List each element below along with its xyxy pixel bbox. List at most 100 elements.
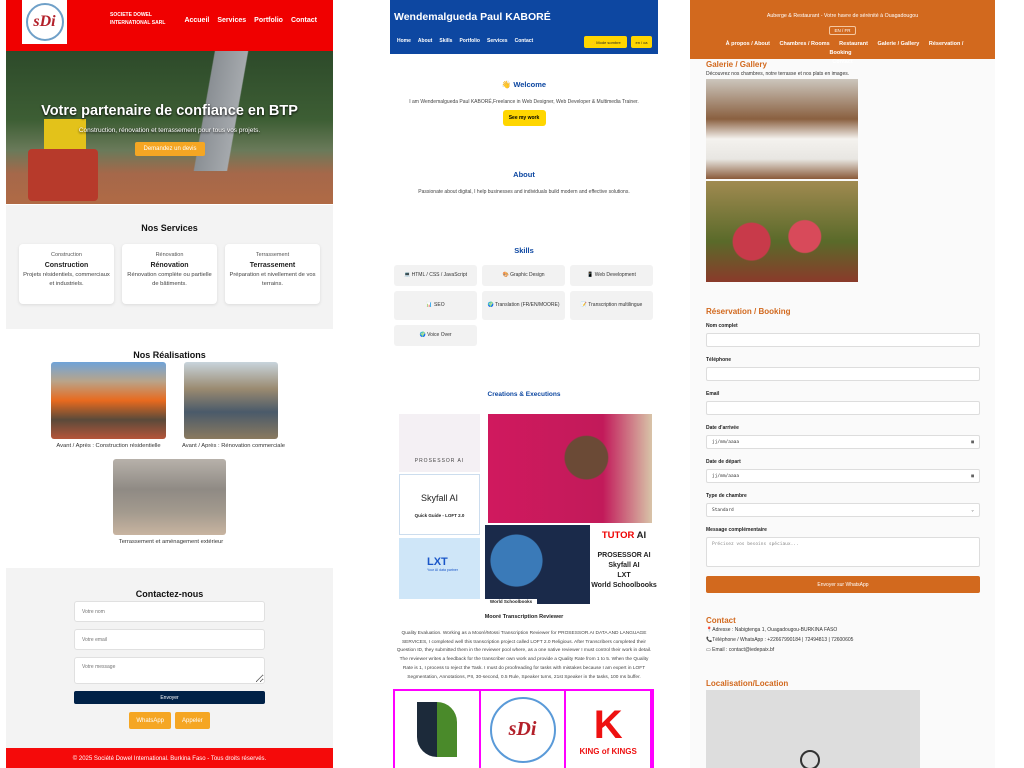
email-label: Email [706,391,720,397]
name-label: Nom complet [706,323,738,329]
project-caption: Terrassement et aménagement extérieur [118,539,224,545]
skill-card: 🌍 Translation (FR/EN/MOORE) [482,291,565,320]
services-title: Nos Services [141,223,198,233]
call-button[interactable]: Appeler [175,712,210,729]
nav-about[interactable]: À propos / About [726,41,770,47]
client-name: PROSESSOR AI [597,552,651,559]
message-textarea[interactable]: Précisez vos besoins spéciaux... [706,537,980,567]
tutor-ai-label: AI [634,530,647,541]
email-input[interactable] [706,401,980,415]
brand-name: SOCIETE DOWEL INTERNATIONAL SARL [110,12,166,26]
creations-collage: PROSESSOR AI Skyfall AI Quick Guide - LO… [390,404,658,604]
site-title: Wendemalgueda Paul KABORÉ [394,11,551,23]
project-photo [184,362,278,439]
reviewer-text: Quality Evaluation. Working as a Mooré/M… [396,631,652,680]
dark-mode-button[interactable]: 🌙 Mode sombre [584,36,627,48]
lxt-tagline: Your AI data partner [427,568,459,572]
tagline: Auberge & Restaurant - Votre havre de sé… [766,13,919,19]
hero-banner: Votre partenaire de confiance en BTP Con… [6,51,333,204]
nav-restaurant[interactable]: Restaurant [839,41,868,47]
chevron-down-icon: ⌄ [971,507,974,513]
calendar-icon[interactable]: ▦ [971,474,974,479]
see-work-button[interactable]: See my work [502,110,546,126]
departure-date-input[interactable]: jj/mm/aaaa ▦ [706,469,980,483]
service-desc: Projets résidentiels, commerciaux et ind… [23,272,110,287]
email-input[interactable] [74,629,265,650]
arrival-label: Date d'arrivée [706,425,739,431]
service-card: Rénovation Rénovation Rénovation complète … [122,244,217,304]
skills-title: Skills [514,246,534,255]
nav-rooms[interactable]: Chambres / Rooms [780,41,830,47]
client-logos: sDi K KING of KINGS [393,689,654,768]
lxt-image: LXT Your AI data partner [399,538,480,599]
project-photo [113,459,226,535]
nav-services[interactable]: Services [217,17,246,24]
date-placeholder: jj/mm/aaaa [712,439,740,445]
skyfall-logo-text: Skyfall AI [420,493,458,503]
building-leaf-logo [395,691,481,768]
site-header: Wendemalgueda Paul KABORÉ Home About Ski… [390,0,658,54]
nav-contact[interactable]: Contact [515,38,534,44]
send-button[interactable]: Envoyer [74,691,265,704]
auberge-website: Auberge & Restaurant - Votre havre de sé… [690,0,995,768]
skill-card: 💻 HTML / CSS / JavaScript [394,265,477,286]
calendar-icon[interactable]: ▦ [971,440,974,445]
world-caption: World Schoolbooks [485,599,537,604]
arrival-date-input[interactable]: jj/mm/aaaa ▦ [706,435,980,449]
email-text: Email : contact@iedepaix.bf [712,647,775,653]
language-toggle[interactable]: EN / FR [829,26,856,35]
send-whatsapp-button[interactable]: Envoyer sur WhatsApp [706,576,980,593]
name-input[interactable] [74,601,265,622]
skill-card: 📊 SEO [394,291,477,320]
nav-about[interactable]: About [418,38,432,44]
nav-portfolio[interactable]: Portfolio [254,17,283,24]
request-quote-button[interactable]: Demandez un devis [135,142,205,156]
project-caption: Avant / Après : Construction résidentiel… [56,443,161,449]
address-text: Adresse : Nabigtenga 1, Ouagadougou-BURK… [712,627,838,633]
skill-card: 📝 Transcription multilingue [570,291,653,320]
service-title: Construction [44,262,89,269]
client-name: World Schoolbooks [591,582,657,589]
nav-home[interactable]: Home [397,38,411,44]
world-schoolbooks-image: World Schoolbooks [485,525,590,604]
name-input[interactable] [706,333,980,347]
broken-image: Construction [51,252,82,258]
date-placeholder: jj/mm/aaaa [712,473,740,479]
tutor-label: TUTOR [601,530,635,541]
contact-title: Contactez-nous [135,589,204,599]
site-header: sDi SOCIETE DOWEL INTERNATIONAL SARL Acc… [6,0,333,51]
nav-contact[interactable]: Contact [291,17,317,24]
phone-input[interactable] [706,367,980,381]
whatsapp-button[interactable]: WhatsApp [129,712,171,729]
portfolio-website: Wendemalgueda Paul KABORÉ Home About Ski… [390,0,658,768]
nav-contact[interactable]: Contact [832,59,852,65]
reviewer-title: Mooré Transcription Reviewer [484,614,564,620]
nav-skills[interactable]: Skills [439,38,452,44]
services-section: Nos Services Construction Construction Pro… [6,205,333,329]
company-logo[interactable]: sDi [22,0,67,44]
client-name: Skyfall AI [608,562,640,569]
broken-image: Rénovation [155,252,184,258]
about-title: About [513,170,535,179]
booking-title: Réservation / Booking [706,307,791,316]
message-label: Message complémentaire [706,527,767,533]
sdi-logo: sDi [480,691,567,768]
main-nav: Accueil Services Portfolio Contact [184,17,317,24]
hero-title: Votre partenaire de confiance en BTP [41,103,298,119]
nav-accueil[interactable]: Accueil [184,17,209,24]
nav-portfolio[interactable]: Portfolio [459,38,480,44]
main-nav: Home About Skills Portfolio Services Con… [397,38,533,44]
main-nav: À propos / About Chambres / Rooms Restau… [690,40,995,67]
service-title: Rénovation [150,262,189,269]
departure-label: Date de départ [706,459,741,465]
language-button[interactable]: en / ca [631,36,652,48]
prosessor-ai-image: PROSESSOR AI [399,414,480,472]
nav-gallery[interactable]: Galerie / Gallery [877,41,919,47]
map-embed[interactable] [706,690,920,768]
message-textarea[interactable] [74,657,265,684]
room-type-select[interactable]: Standard ⌄ [706,503,980,517]
nav-services[interactable]: Services [487,38,508,44]
room-photo [706,79,858,179]
portrait-photo [488,414,652,523]
contact-title: Contact [706,616,736,625]
